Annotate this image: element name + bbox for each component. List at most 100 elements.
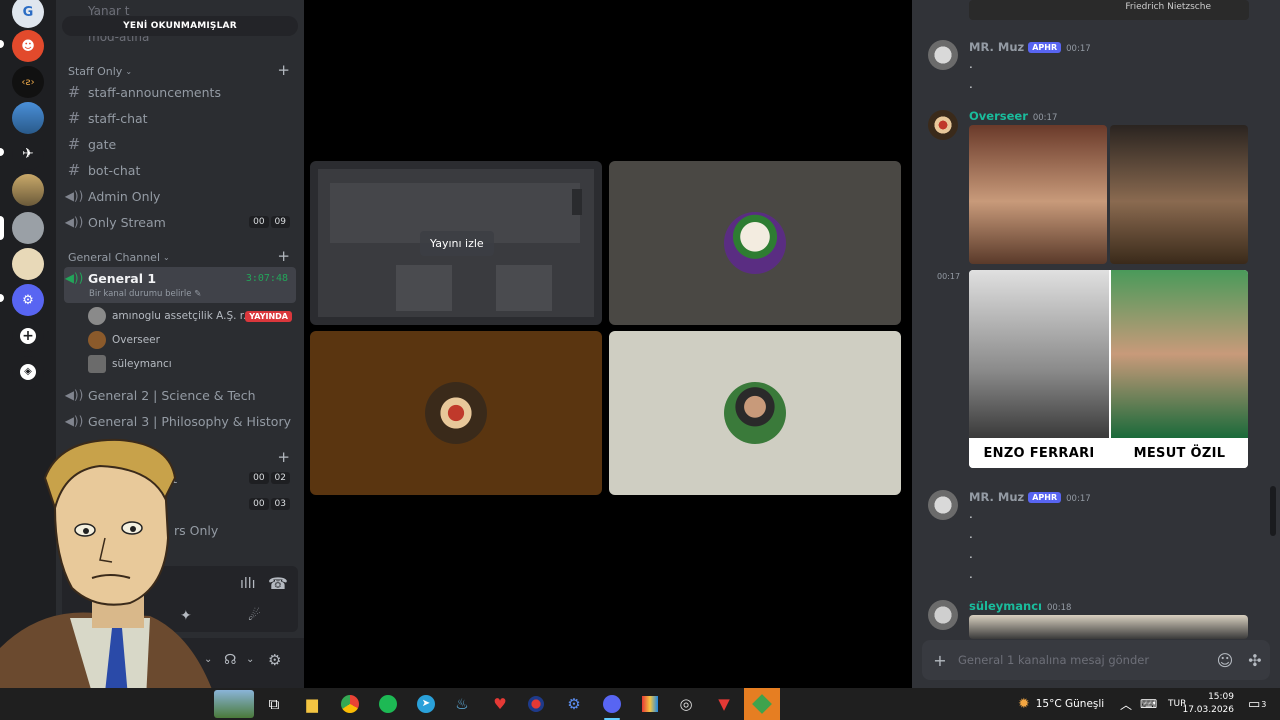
category-staff[interactable]: Staff Only ⌄ — [68, 65, 132, 78]
message-text: . — [969, 77, 973, 91]
spotify-icon[interactable] — [376, 692, 400, 716]
channel-label: bot-chat — [88, 162, 141, 178]
photo-left — [969, 270, 1109, 438]
channel-label: General 2 | Science & Tech — [88, 387, 256, 403]
username[interactable]: Overseer — [969, 109, 1028, 123]
participant-tile[interactable] — [310, 331, 602, 495]
hash-icon: # — [67, 83, 81, 101]
voice-user[interactable]: Overseer — [88, 329, 296, 351]
heart-icon[interactable]: ♥ — [488, 692, 512, 716]
clock[interactable]: 15:09 17.03.2026 — [1182, 688, 1234, 720]
message-header: MR. Muz APHR 00:17 — [969, 490, 1091, 504]
valorant-icon[interactable]: ▼ — [712, 692, 736, 716]
add-server-icon[interactable]: + — [12, 320, 44, 352]
channel-general-2[interactable]: ◀)) General 2 | Science & Tech — [64, 383, 296, 407]
voice-user[interactable]: süleymancı — [88, 353, 296, 375]
app-icon[interactable] — [744, 688, 780, 720]
speaker-icon: ◀)) — [64, 414, 84, 428]
server-icon[interactable] — [12, 102, 44, 134]
channel-bot-chat[interactable]: # bot-chat — [64, 158, 296, 182]
channel-label: General 1 — [88, 271, 157, 286]
avatar[interactable] — [928, 110, 958, 140]
scrollbar[interactable] — [1270, 486, 1276, 536]
add-channel-icon[interactable]: + — [277, 247, 290, 265]
hash-icon: # — [67, 135, 81, 153]
photo-right — [1111, 270, 1248, 438]
voice-user-name: süleymancı — [112, 358, 172, 370]
emoji-icon[interactable]: ☺ — [1210, 651, 1240, 670]
app-icon[interactable] — [638, 692, 662, 716]
voice-user-name: amınoglu assetçilik A.Ş. r... — [112, 310, 254, 322]
landscape-thumbnail[interactable] — [214, 690, 254, 718]
gear-icon[interactable]: ⚙ — [268, 651, 281, 669]
server-icon[interactable]: ☻ — [12, 30, 44, 62]
new-unread-button[interactable]: YENİ OKUNMAMIŞLAR — [62, 16, 298, 36]
avatar[interactable] — [928, 600, 958, 630]
channel-gate[interactable]: # gate — [64, 132, 296, 156]
server-icon[interactable] — [12, 174, 44, 206]
watch-stream-button[interactable]: Yayını izle — [420, 231, 494, 256]
cartoon-overlay — [0, 438, 222, 720]
stream-tile[interactable]: Yayını izle — [310, 161, 602, 325]
chevron-down-icon[interactable]: ⌄ — [246, 654, 254, 665]
participant-tile[interactable] — [609, 161, 901, 325]
username[interactable]: MR. Muz — [969, 490, 1024, 504]
speaker-icon: ◀)) — [64, 189, 84, 203]
settings-app-icon[interactable]: ⚙ — [562, 692, 586, 716]
server-indicator — [0, 148, 4, 156]
hash-icon: # — [67, 109, 81, 127]
server-icon[interactable]: ✈ — [12, 138, 44, 170]
task-view-icon[interactable]: ⧉ — [262, 692, 286, 716]
username[interactable]: süleymancı — [969, 599, 1042, 613]
voice-user-name: Overseer — [112, 334, 160, 346]
apps-icon[interactable]: ✣ — [1240, 651, 1270, 670]
telegram-icon[interactable]: ➤ — [414, 692, 438, 716]
channel-label: Only Stream — [88, 214, 166, 230]
attachment-image[interactable] — [1110, 125, 1248, 264]
obs-icon[interactable]: ◎ — [674, 692, 698, 716]
explore-icon[interactable]: ◈ — [12, 356, 44, 388]
voice-user[interactable]: amınoglu assetçilik A.Ş. r... YAYINDA — [88, 305, 296, 327]
attachment-image[interactable] — [969, 125, 1107, 264]
steam-icon[interactable]: ♨ — [450, 692, 474, 716]
category-general[interactable]: General Channel ⌄ — [68, 251, 170, 264]
chevron-down-icon: ⌄ — [163, 253, 170, 262]
app-icon[interactable] — [524, 692, 548, 716]
soundboard-icon[interactable]: ıllı — [240, 576, 256, 592]
server-icon[interactable] — [12, 248, 44, 280]
channel-staff-announcements[interactable]: # staff-announcements — [64, 80, 296, 104]
add-channel-icon[interactable]: + — [277, 61, 290, 79]
category-label: Staff Only — [68, 65, 123, 78]
attachment-image[interactable]: ENZO FERRARI MESUT ÖZIL — [969, 270, 1248, 468]
attachment-image[interactable]: Friedrich Nietzsche — [969, 0, 1249, 20]
participant-tile[interactable] — [609, 331, 901, 495]
server-icon[interactable]: G — [12, 0, 44, 28]
avatar[interactable] — [928, 40, 958, 70]
server-icon[interactable]: ⚙ — [12, 284, 44, 316]
stream-icon[interactable]: ☄ — [248, 608, 261, 624]
channel-status[interactable]: Bir kanal durumu belirle ✎ — [89, 289, 201, 299]
headphones-icon[interactable]: ☊ — [224, 652, 236, 668]
discord-icon[interactable] — [600, 692, 624, 716]
chevron-up-icon[interactable]: ︿ — [1120, 688, 1132, 720]
folder-icon[interactable]: ▆ — [300, 692, 324, 716]
weather-widget[interactable]: ✹ 15°C Güneşli — [1018, 688, 1104, 720]
disconnect-icon[interactable]: ☎ — [268, 574, 288, 593]
channel-admin-only[interactable]: ◀)) Admin Only — [64, 184, 296, 208]
server-icon[interactable] — [12, 212, 44, 244]
timestamp: 00:17 — [1066, 44, 1091, 54]
add-attachment-icon[interactable]: + — [922, 651, 958, 670]
channel-only-stream[interactable]: ◀)) Only Stream 00 09 — [64, 210, 296, 234]
speaker-icon: ◀)) — [64, 271, 84, 285]
server-icon[interactable]: ‹ƨ› — [12, 66, 44, 98]
avatar[interactable] — [928, 490, 958, 520]
channel-general-3[interactable]: ◀)) General 3 | Philosophy & History — [64, 409, 296, 433]
notification-icon[interactable]: ▭ 3 — [1248, 688, 1266, 720]
message-input[interactable] — [958, 653, 1210, 667]
channel-staff-chat[interactable]: # staff-chat — [64, 106, 296, 130]
attachment-image[interactable] — [969, 615, 1248, 639]
add-channel-icon[interactable]: + — [277, 448, 290, 466]
keyboard-icon[interactable]: ⌨ — [1140, 688, 1157, 720]
username[interactable]: MR. Muz — [969, 40, 1024, 54]
chrome-icon[interactable] — [338, 692, 362, 716]
